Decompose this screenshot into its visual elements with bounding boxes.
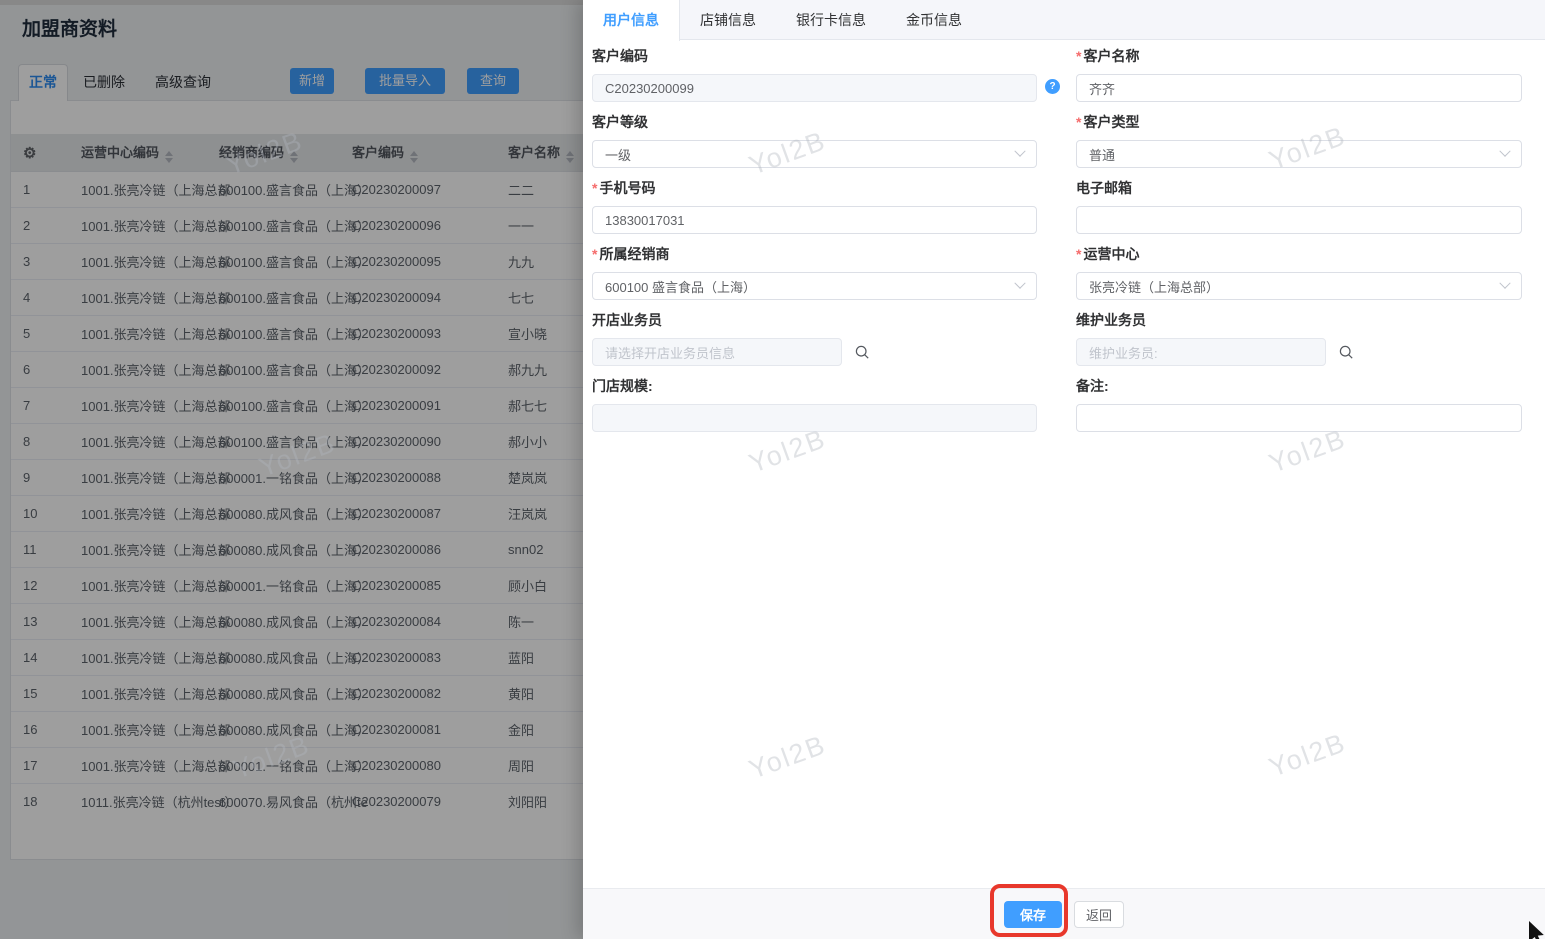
user-info-form: 客户编码 C20230200099? * 客户名称齐齐客户等级一级 * 客户类型普通 * 手机…	[583, 40, 1545, 888]
field-open-salesman: 开店业务员请选择开店业务员信息	[592, 310, 1037, 366]
field-label: * 所属经销商	[592, 246, 670, 262]
maintain-salesman-input: 维护业务员:	[1076, 338, 1326, 366]
operation-center-select[interactable]: 张亮冷链（上海总部）	[1076, 272, 1522, 300]
field-label: * 运营中心	[1076, 246, 1140, 262]
field-label: 电子邮箱	[1076, 180, 1132, 196]
drawer-tab-0[interactable]: 用户信息	[583, 0, 680, 41]
field-label: * 客户类型	[1076, 114, 1140, 130]
field-label: 开店业务员	[592, 312, 662, 328]
question-mark-icon[interactable]: ?	[1045, 79, 1060, 94]
field-label: 客户编码	[592, 48, 648, 64]
drawer-footer: 保存 返回	[583, 888, 1545, 939]
search-icon[interactable]	[1338, 344, 1355, 361]
required-asterisk: *	[592, 246, 598, 262]
open-salesman-input: 请选择开店业务员信息	[592, 338, 842, 366]
customer-code-input: C20230200099	[592, 74, 1037, 102]
field-customer-name: * 客户名称齐齐	[1076, 46, 1522, 102]
franchisee-page: 加盟商资料 正常 已删除 高级查询 新增 批量导入 查询 ⚙ 运营中心编码 经销商…	[0, 0, 1545, 939]
chevron-down-icon	[1014, 277, 1026, 289]
field-email: 电子邮箱	[1076, 178, 1522, 234]
field-customer-level: 客户等级 一级	[592, 112, 1037, 168]
field-label: 维护业务员	[1076, 312, 1146, 328]
customer-type-select[interactable]: 普通	[1076, 140, 1522, 168]
required-asterisk: *	[1076, 114, 1082, 130]
field-maintain-salesman: 维护业务员维护业务员:	[1076, 310, 1522, 366]
chevron-down-icon	[1499, 145, 1511, 157]
back-button[interactable]: 返回	[1074, 900, 1124, 928]
field-mobile-number: * 手机号码 13830017031	[592, 178, 1037, 234]
field-operation-center: * 运营中心张亮冷链（上海总部）	[1076, 244, 1522, 300]
field-label: * 客户名称	[1076, 48, 1140, 64]
email-input[interactable]	[1076, 206, 1522, 234]
customer-name-input[interactable]: 齐齐	[1076, 74, 1522, 102]
required-asterisk: *	[1076, 48, 1082, 64]
mobile-number-input[interactable]: 13830017031	[592, 206, 1037, 234]
drawer-tab-bar: 用户信息 店铺信息 银行卡信息 金币信息	[583, 0, 1545, 41]
chevron-down-icon	[1499, 277, 1511, 289]
search-icon[interactable]	[854, 344, 871, 361]
field-label: 门店规模:	[592, 378, 653, 394]
dealer-select[interactable]: 600100 盛言食品（上海）	[592, 272, 1037, 300]
required-asterisk: *	[592, 180, 598, 196]
drawer-tab-1[interactable]: 店铺信息	[680, 0, 776, 40]
customer-level-select[interactable]: 一级	[592, 140, 1037, 168]
field-dealer: * 所属经销商 600100 盛言食品（上海）	[592, 244, 1037, 300]
save-button[interactable]: 保存	[1004, 900, 1062, 928]
store-scale-input	[592, 404, 1037, 432]
field-label: * 手机号码	[592, 180, 656, 196]
drawer-tab-2[interactable]: 银行卡信息	[776, 0, 886, 40]
chevron-down-icon	[1014, 145, 1026, 157]
field-store-scale: 门店规模:	[592, 376, 1037, 432]
field-remark: 备注:	[1076, 376, 1522, 432]
field-label: 备注:	[1076, 378, 1109, 394]
remark-input[interactable]	[1076, 404, 1522, 432]
field-label: 客户等级	[592, 114, 648, 130]
field-customer-code: 客户编码 C20230200099?	[592, 46, 1060, 102]
required-asterisk: *	[1076, 246, 1082, 262]
drawer-tab-3[interactable]: 金币信息	[886, 0, 982, 40]
field-customer-type: * 客户类型普通	[1076, 112, 1522, 168]
edit-drawer: 用户信息 店铺信息 银行卡信息 金币信息 客户编码 C20230200099? * 客户名称…	[583, 0, 1545, 939]
